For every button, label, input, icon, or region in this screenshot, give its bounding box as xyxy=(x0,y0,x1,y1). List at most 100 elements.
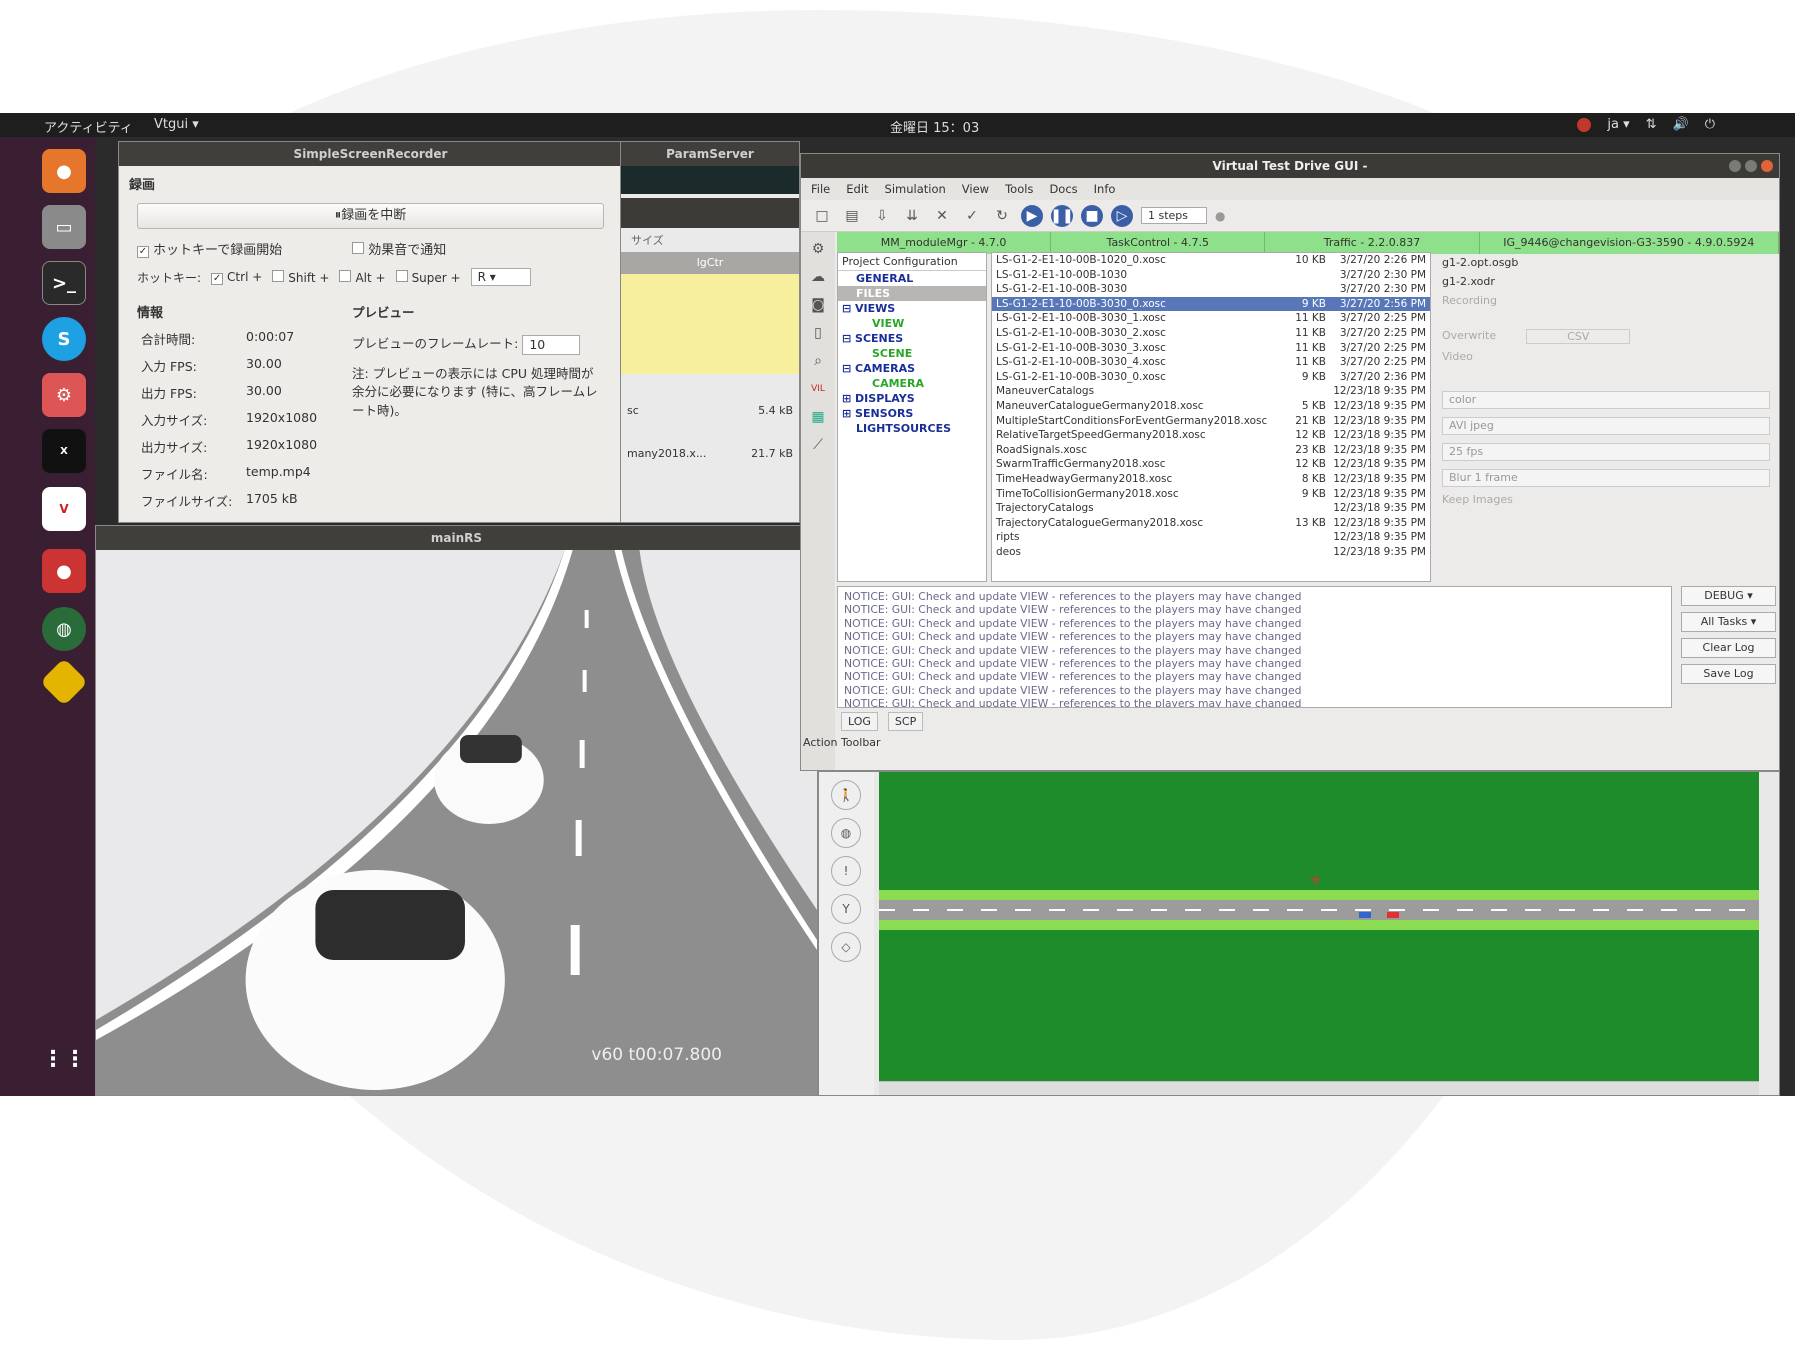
save-log-button[interactable]: Save Log xyxy=(1681,664,1776,684)
language-indicator[interactable]: ja ▾ xyxy=(1607,117,1629,132)
output-file[interactable]: g1-2.xodr xyxy=(1442,275,1770,288)
keep-images-checkbox[interactable]: Keep Images xyxy=(1442,493,1770,506)
car-sign-icon[interactable] xyxy=(39,657,89,707)
log-tasks-select[interactable]: All Tasks ▾ xyxy=(1681,612,1776,632)
network-icon[interactable]: ⇅ xyxy=(1646,117,1657,132)
tree-item-sensors[interactable]: ⊞ SENSORS xyxy=(838,406,986,421)
xterm-icon[interactable]: X xyxy=(42,429,86,473)
globe-icon[interactable]: ◍ xyxy=(42,607,86,651)
vires-icon[interactable]: V xyxy=(42,487,86,531)
shift-checkbox[interactable]: Shift + xyxy=(272,269,329,285)
file-row[interactable]: MultipleStartConditionsForEventGermany20… xyxy=(992,414,1430,429)
file-row[interactable]: TrajectoryCatalogueGermany2018.xosc 13 KB… xyxy=(992,516,1430,531)
tree-item-view[interactable]: VIEW xyxy=(838,316,986,331)
vil-icon[interactable]: VIL xyxy=(807,378,829,400)
file-row[interactable]: LS-G1-2-E1-10-00B-1020_0.xosc 10 KB 3/27/2… xyxy=(992,253,1430,268)
menu-edit[interactable]: Edit xyxy=(846,182,868,196)
tab-log[interactable]: LOG xyxy=(841,712,878,731)
save-icon[interactable]: ⇩ xyxy=(871,205,893,227)
tree-item-scene[interactable]: SCENE xyxy=(838,346,986,361)
hotkey-start-checkbox[interactable]: ✓ ホットキーで録画開始 xyxy=(137,239,282,258)
file-row[interactable]: LS-G1-2-E1-10-00B-1030 3/27/20 2:30 PM xyxy=(992,268,1430,283)
file-row[interactable]: LS-G1-2-E1-10-00B-3030_1.xosc 11 KB 3/27/2… xyxy=(992,311,1430,326)
close-icon[interactable] xyxy=(1761,160,1773,172)
save-as-icon[interactable]: ⇊ xyxy=(901,205,923,227)
cloud-icon[interactable]: ☁ xyxy=(807,266,829,288)
power-icon[interactable]: ⏻ xyxy=(1705,117,1715,132)
menu-simulation[interactable]: Simulation xyxy=(885,182,946,196)
activities-button[interactable]: アクティビティ xyxy=(44,117,133,136)
file-row[interactable]: LS-G1-2-E1-10-00B-3030_4.xosc 11 KB 3/27/2… xyxy=(992,355,1430,370)
file-row[interactable]: LS-G1-2-E1-10-00B-3030 3/27/20 2:30 PM xyxy=(992,282,1430,297)
zoom-icon[interactable]: ⌕ xyxy=(807,350,829,372)
tree-item-displays[interactable]: ⊞ DISPLAYS xyxy=(838,391,986,406)
tree-item-files[interactable]: FILES xyxy=(838,286,986,301)
file-row[interactable]: TimeToCollisionGermany2018.xosc 9 KB 12/23… xyxy=(992,487,1430,502)
file-row[interactable]: deos 12/23/18 9:35 PM xyxy=(992,545,1430,560)
file-row[interactable]: TrajectoryCatalogs 12/23/18 9:35 PM xyxy=(992,501,1430,516)
play-icon[interactable]: ▶ xyxy=(1021,204,1043,227)
document-icon[interactable]: ▯ xyxy=(807,322,829,344)
tree-item-lightsources[interactable]: LIGHTSOURCES xyxy=(838,421,986,436)
vehicle-marker[interactable] xyxy=(1387,912,1399,918)
warning-icon[interactable]: ! xyxy=(831,856,861,886)
tree-item-general[interactable]: GENERAL xyxy=(838,271,986,286)
file-row[interactable]: LS-G1-2-E1-10-00B-3030_0.xosc 9 KB 3/27/20… xyxy=(992,370,1430,385)
log-level-select[interactable]: DEBUG ▾ xyxy=(1681,586,1776,606)
file-row[interactable]: RelativeTargetSpeedGermany2018.xosc 12 KB… xyxy=(992,428,1430,443)
super-checkbox[interactable]: Super + xyxy=(395,269,461,285)
menu-file[interactable]: File xyxy=(811,182,830,196)
tree-item-cameras[interactable]: ⊟ CAMERAS xyxy=(838,361,986,376)
file-name[interactable]: sc xyxy=(627,404,639,417)
files-icon[interactable]: ▭ xyxy=(42,205,86,249)
clock[interactable]: 金曜日 15：03 xyxy=(890,117,979,136)
terminal-icon[interactable]: >_ xyxy=(42,261,86,305)
diamond-icon[interactable]: ◇ xyxy=(831,932,861,962)
color-select[interactable]: color xyxy=(1442,391,1770,409)
gear-icon[interactable]: ⚙ xyxy=(807,238,829,260)
vehicle-marker[interactable] xyxy=(1359,912,1371,918)
tab-scp[interactable]: SCP xyxy=(887,712,924,731)
settings-icon[interactable]: ⚙ xyxy=(42,373,86,417)
camera-icon[interactable]: ◙ xyxy=(807,294,829,316)
globe-tool-icon[interactable]: ◍ xyxy=(831,818,861,848)
file-row[interactable]: SwarmTrafficGermany2018.xosc 12 KB 12/23/1… xyxy=(992,457,1430,472)
app-menu[interactable]: Vtgui ▾ xyxy=(154,117,199,132)
output-file[interactable]: g1-2.opt.osgb xyxy=(1442,256,1770,269)
minimize-icon[interactable] xyxy=(1729,160,1741,172)
horizontal-scrollbar[interactable] xyxy=(879,1081,1759,1095)
file-row[interactable]: RoadSignals.xosc 23 KB 12/23/18 9:35 PM xyxy=(992,443,1430,458)
preview-rate-input[interactable]: 10 xyxy=(522,334,581,355)
steps-input[interactable]: 1 steps xyxy=(1141,207,1207,224)
sound-notify-checkbox[interactable]: 効果音で通知 xyxy=(352,239,446,258)
key-select[interactable]: R ▾ xyxy=(470,268,531,286)
menu-info[interactable]: Info xyxy=(1094,182,1116,196)
record-icon[interactable]: ● xyxy=(42,549,86,593)
step-icon[interactable]: ▷ xyxy=(1111,204,1133,227)
record-indicator-icon[interactable] xyxy=(1577,117,1592,132)
menu-view[interactable]: View xyxy=(962,182,989,196)
firefox-icon[interactable]: ● xyxy=(42,149,86,193)
tab-lgctr[interactable]: lgCtr xyxy=(621,252,799,274)
file-row[interactable]: TimeHeadwayGermany2018.xosc 8 KB 12/23/18 … xyxy=(992,472,1430,487)
apply-icon[interactable]: ✓ xyxy=(961,205,983,227)
blur-spinner[interactable]: Blur 1 frame xyxy=(1442,469,1770,487)
pedestrian-icon[interactable]: 🚶 xyxy=(831,780,861,810)
file-row[interactable]: ripts 12/23/18 9:35 PM xyxy=(992,530,1430,545)
overwrite-checkbox[interactable]: Overwrite xyxy=(1442,329,1496,344)
grid-icon[interactable]: ▦ xyxy=(807,406,829,428)
pause-icon[interactable]: ❚❚ xyxy=(1050,204,1074,227)
codec-select[interactable]: AVI jpeg xyxy=(1442,417,1770,435)
file-row[interactable]: LS-G1-2-E1-10-00B-3030_0.xosc 9 KB 3/27/20… xyxy=(992,296,1430,312)
clear-log-button[interactable]: Clear Log xyxy=(1681,638,1776,658)
file-row[interactable]: ManeuverCatalogs 12/23/18 9:35 PM xyxy=(992,384,1430,399)
tree-item-views[interactable]: ⊟ VIEWS xyxy=(838,301,986,316)
map-canvas[interactable]: + xyxy=(879,772,1759,1082)
fps-spinner[interactable]: 25 fps xyxy=(1442,443,1770,461)
path-icon[interactable]: Y xyxy=(831,894,861,924)
refresh-icon[interactable]: ↻ xyxy=(991,205,1013,227)
menu-tools[interactable]: Tools xyxy=(1005,182,1033,196)
file-row[interactable]: LS-G1-2-E1-10-00B-3030_3.xosc 11 KB 3/27/2… xyxy=(992,341,1430,356)
app-grid-icon[interactable]: ⋮⋮ xyxy=(42,1037,86,1081)
record-dot-icon[interactable]: ● xyxy=(1215,209,1225,223)
